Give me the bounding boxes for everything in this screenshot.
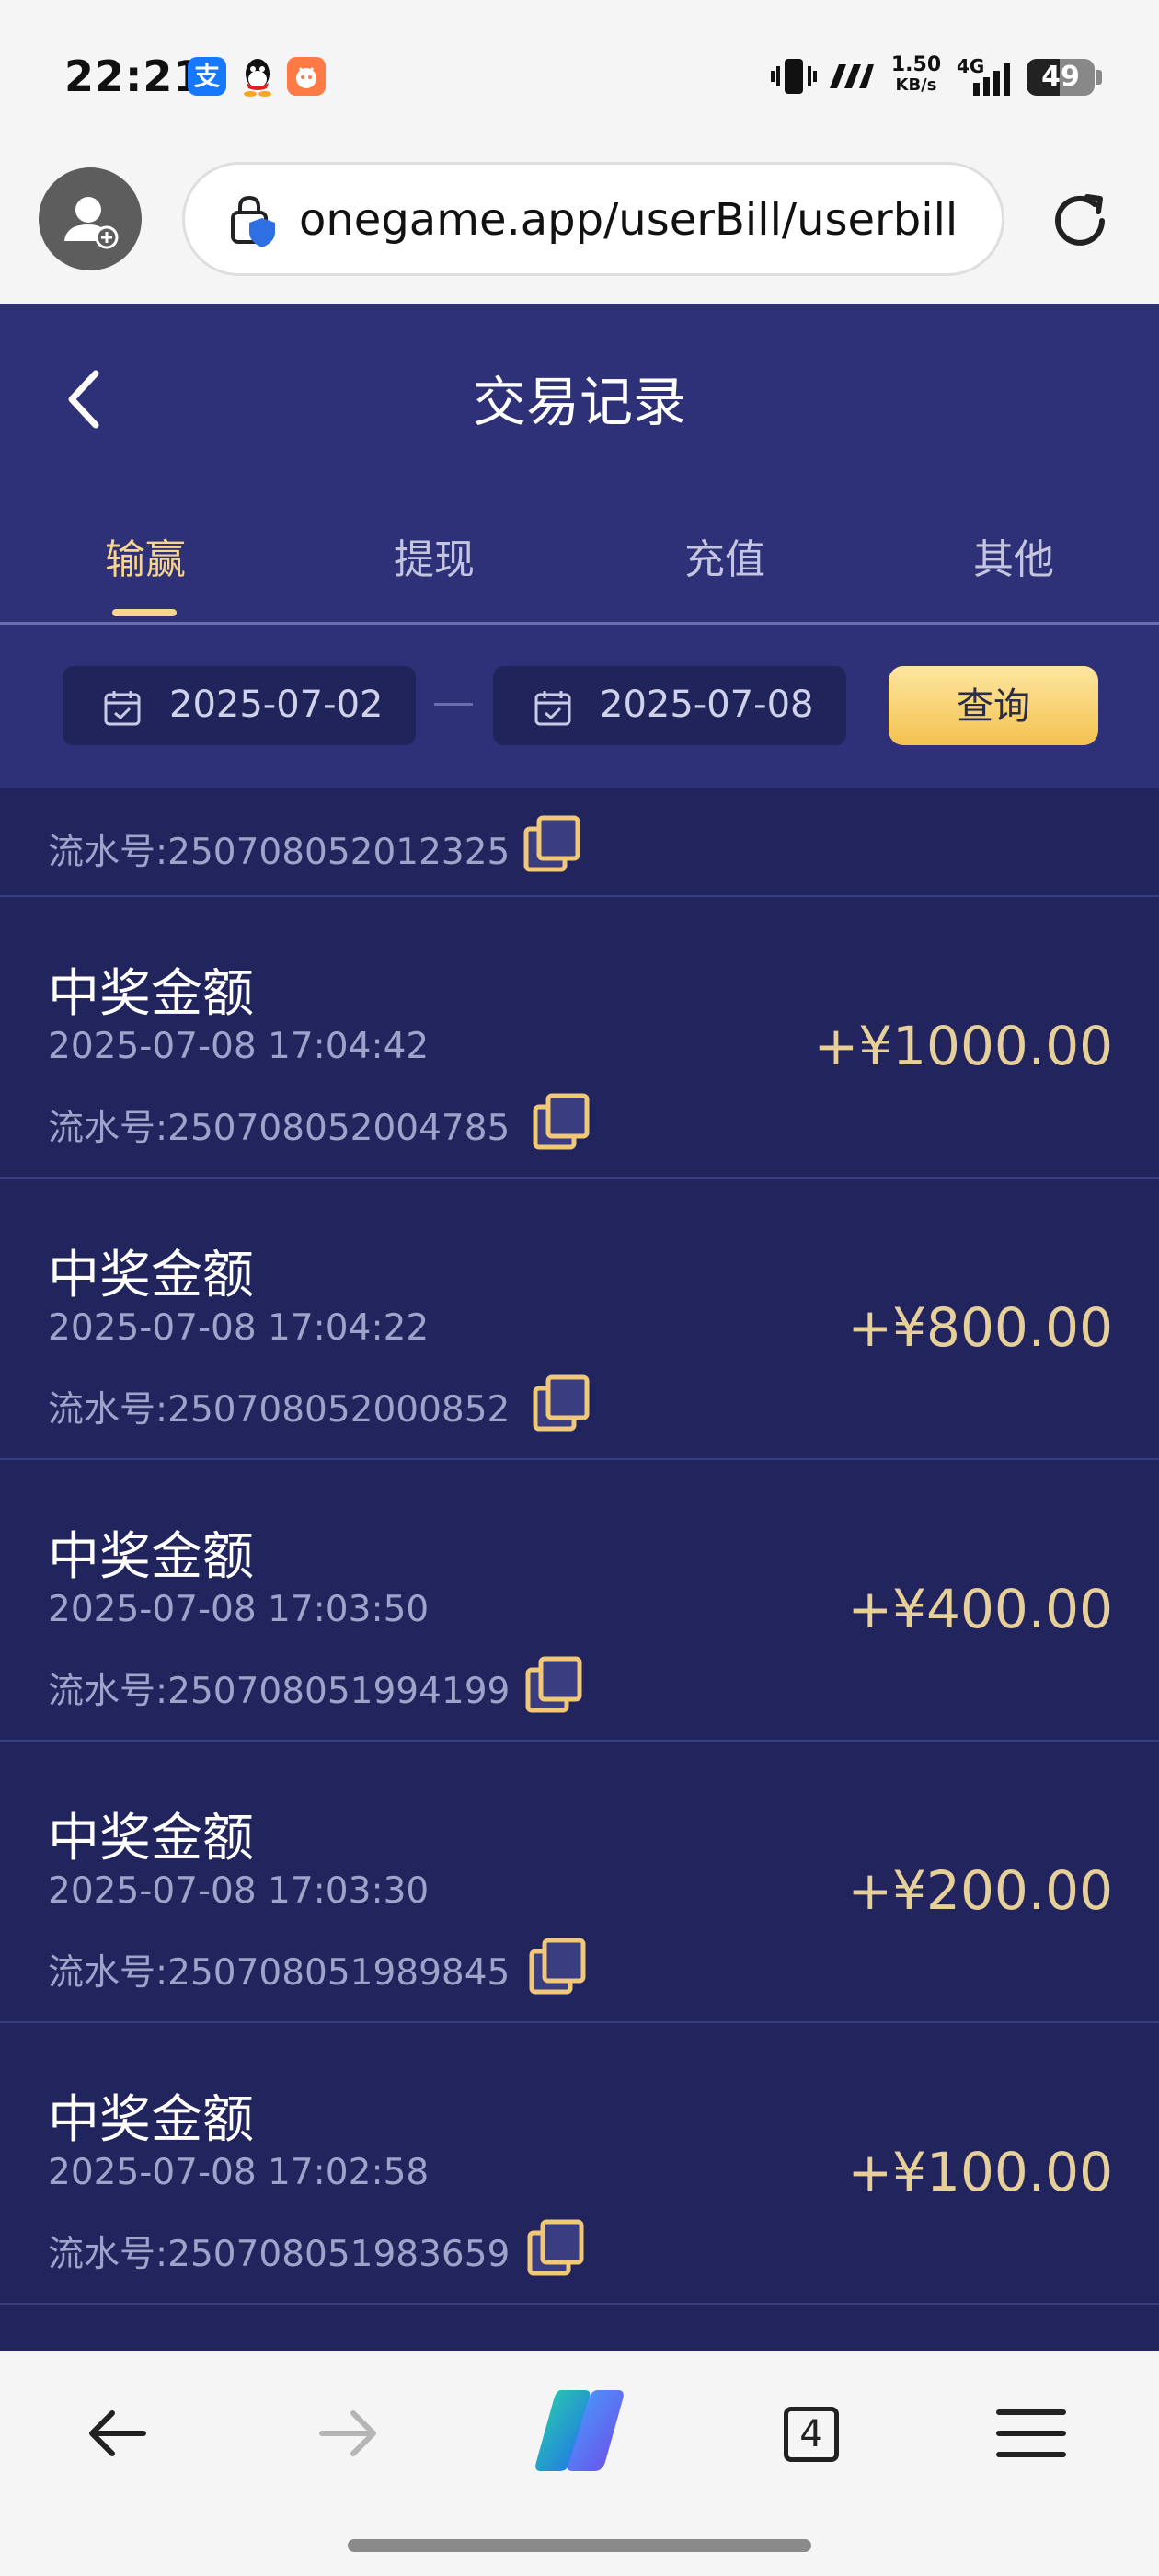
copy-icon[interactable] <box>522 1653 587 1718</box>
tab-win-loss[interactable]: 输赢 <box>35 526 256 585</box>
record-title: 中奖金额 <box>48 964 254 1024</box>
query-button[interactable]: 查询 <box>889 666 1098 745</box>
nav-forward-button[interactable] <box>298 2392 399 2475</box>
list-item: 中奖金额 2025-07-08 17:04:42 流水号:25070805200… <box>0 897 1159 1179</box>
record-time: 2025-07-08 17:03:50 <box>48 1589 430 1630</box>
profile-avatar-button[interactable] <box>39 167 142 270</box>
record-time: 2025-07-08 17:04:42 <box>48 1026 430 1067</box>
notification-app-icon <box>287 57 326 96</box>
site-security-icon[interactable] <box>225 192 281 249</box>
battery-tip <box>1096 70 1102 85</box>
copy-icon[interactable] <box>526 1935 591 1999</box>
qq-icon <box>237 55 278 98</box>
url-text[interactable]: onegame.app/userBill/userbill <box>299 194 958 246</box>
record-time: 2025-07-08 17:02:58 <box>48 2152 430 2193</box>
copy-icon[interactable] <box>521 812 585 877</box>
copilot-icon <box>535 2390 624 2471</box>
tab-deposit[interactable]: 充值 <box>614 526 835 585</box>
reload-icon <box>1055 194 1105 246</box>
address-bar[interactable]: onegame.app/userBill/userbill <box>182 162 1004 276</box>
battery-indicator: 49 <box>1027 59 1095 96</box>
home-indicator[interactable] <box>348 2539 811 2552</box>
record-amount: +¥400.00 <box>847 1578 1113 1640</box>
copy-icon[interactable] <box>524 2216 589 2281</box>
network-speed-unit: KB/s <box>895 75 937 95</box>
arrow-right-icon <box>319 2410 376 2456</box>
start-date-picker[interactable]: 2025-07-02 <box>63 666 416 745</box>
start-date-text: 2025-07-02 <box>169 684 384 726</box>
record-time: 2025-07-08 17:03:30 <box>48 1870 430 1912</box>
list-item: 中奖金额 2025-07-08 17:02:58 流水号:25070805198… <box>0 2023 1159 2305</box>
tab-withdraw[interactable]: 提现 <box>324 526 545 585</box>
record-serial: 流水号:250708052000852 <box>48 1389 511 1431</box>
record-title: 中奖金额 <box>48 2090 254 2150</box>
hamburger-menu-icon <box>996 2409 1066 2457</box>
record-serial: 流水号:250708051983659 <box>48 2234 511 2275</box>
record-serial: 流水号:250708051994199 <box>48 1671 511 1712</box>
alipay-icon: 支 <box>188 57 226 96</box>
network-speed: 1.50 KB/s <box>889 55 944 96</box>
copilot-button[interactable] <box>528 2383 631 2478</box>
record-title: 中奖金额 <box>48 1809 254 1869</box>
copy-icon[interactable] <box>530 1372 594 1436</box>
end-date-picker[interactable]: 2025-07-08 <box>493 666 846 745</box>
nav-back-button[interactable] <box>66 2392 167 2475</box>
transaction-list[interactable]: 流水号:250708052012325 中奖金额 2025-07-08 17:0… <box>0 788 1159 2351</box>
record-title: 中奖金额 <box>48 1246 254 1305</box>
list-item: 流水号:250708052012325 <box>0 788 1159 897</box>
tab-switcher-button[interactable]: 4 <box>784 2407 839 2462</box>
date-range-separator <box>434 703 473 706</box>
record-serial: 流水号:250708052012325 <box>48 832 511 873</box>
tab-other[interactable]: 其他 <box>903 526 1124 585</box>
vibrate-icon <box>769 55 819 98</box>
menu-button[interactable] <box>981 2392 1082 2475</box>
record-amount: +¥1000.00 <box>813 1015 1113 1077</box>
record-serial: 流水号:250708052004785 <box>48 1108 511 1149</box>
battery-level-text: 49 <box>1041 61 1080 93</box>
network-speed-value: 1.50 <box>890 53 942 76</box>
signal-bars-icon <box>971 61 1017 98</box>
list-item: 中奖金额 2025-07-08 17:04:22 流水号:25070805200… <box>0 1179 1159 1460</box>
arrow-left-icon <box>89 2410 146 2456</box>
active-tab-indicator <box>112 609 177 616</box>
list-item: 中奖金额 2025-07-08 17:03:50 流水号:25070805199… <box>0 1460 1159 1742</box>
reload-button[interactable] <box>1047 186 1117 256</box>
record-time: 2025-07-08 17:04:22 <box>48 1307 430 1349</box>
status-time: 22:21 <box>64 52 204 101</box>
copy-icon[interactable] <box>530 1090 594 1155</box>
signal-hd-icon <box>826 61 874 92</box>
record-amount: +¥200.00 <box>847 1859 1113 1922</box>
record-title: 中奖金额 <box>48 1527 254 1587</box>
add-user-icon <box>64 197 119 249</box>
calendar-icon <box>534 691 571 726</box>
status-bar: 22:21 支 1.50 KB/s 4G 49 <box>0 0 1159 156</box>
record-amount: +¥100.00 <box>847 2141 1113 2203</box>
calendar-icon <box>104 691 141 726</box>
list-item: 中奖金额 2025-07-08 17:03:30 流水号:25070805198… <box>0 1742 1159 2023</box>
record-serial: 流水号:250708051989845 <box>48 1952 511 1994</box>
page-title: 交易记录 <box>472 371 686 433</box>
end-date-text: 2025-07-08 <box>600 684 814 726</box>
record-amount: +¥800.00 <box>847 1296 1113 1359</box>
